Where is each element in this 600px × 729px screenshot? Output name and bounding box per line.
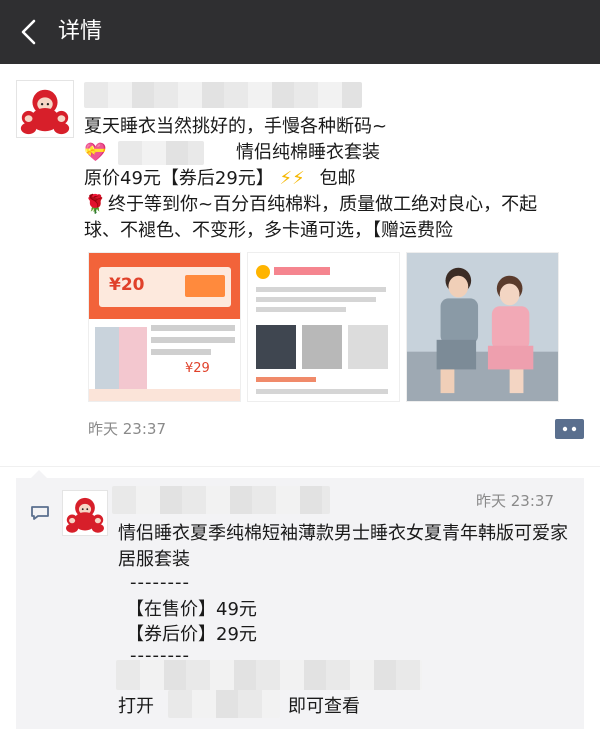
thumb-price: ¥29 — [185, 361, 210, 376]
comment-timestamp: 昨天 23:37 — [476, 492, 554, 510]
nav-bar: 详情 — [0, 0, 600, 64]
coupon-claim-button — [185, 275, 225, 297]
after-coupon-price: 【券后价】29元 — [126, 624, 257, 645]
post-line-5: 球、不褪色、不变形，多卡通可选，【赠运费险 — [84, 220, 453, 241]
reviewer-name — [274, 267, 330, 275]
link-blurred — [116, 660, 422, 690]
text-line — [151, 349, 211, 355]
coupon-banner: ¥20 — [89, 253, 240, 319]
more-actions-button[interactable] — [555, 419, 584, 439]
thumb-footer — [89, 389, 240, 401]
post-line-4-text: 终于等到你~百分百纯棉料，质量做工绝对良心，不起 — [108, 194, 538, 215]
thumbnail-couple-photo[interactable] — [406, 252, 559, 402]
lightning-icon: ⚡⚡ — [279, 168, 305, 189]
image-grid: ¥20 ¥29 — [88, 252, 559, 402]
text-line — [151, 337, 235, 343]
free-shipping-text: 包邮 — [319, 168, 356, 189]
comment-bubble-icon — [30, 505, 50, 521]
product-image-2 — [119, 327, 147, 391]
post-line-2-text: 情侣纯棉睡衣套装 — [236, 142, 380, 163]
text-line — [256, 307, 346, 312]
doll-avatar-icon — [17, 81, 73, 137]
text-line — [256, 389, 388, 394]
chevron-left-icon — [21, 19, 36, 45]
post-price-text: 原价49元【券后29元】 — [84, 168, 274, 189]
back-button[interactable] — [14, 16, 46, 48]
app-name-blurred — [168, 690, 280, 718]
review-photo — [348, 325, 388, 369]
on-sale-price: 【在售价】49元 — [126, 599, 257, 620]
heart-gift-icon: 💝 — [84, 142, 107, 163]
comment-text: 情侣睡衣夏季纯棉短袖薄款男士睡衣女夏青年韩版可爱家居服套装 — [118, 523, 568, 570]
open-prefix: 打开 — [118, 696, 154, 717]
comment-dots-icon — [562, 426, 577, 432]
open-suffix: 即可查看 — [288, 696, 360, 717]
doll-avatar-icon — [63, 491, 107, 535]
post-line-4: 🌹终于等到你~百分百纯棉料，质量做工绝对良心，不起 — [84, 192, 584, 218]
text-line — [256, 297, 376, 302]
author-avatar[interactable] — [16, 80, 74, 138]
text-line — [256, 377, 316, 382]
commenter-avatar[interactable] — [62, 490, 108, 536]
comment-separator: -------- — [130, 572, 190, 593]
text-line — [151, 325, 235, 331]
text-line — [256, 287, 386, 292]
commenter-name-blurred[interactable] — [112, 486, 330, 514]
shop-name-blurred — [118, 141, 204, 165]
post-line-3: 原价49元【券后29元】 ⚡⚡ 包邮 — [84, 166, 584, 192]
review-photo — [302, 325, 342, 369]
rose-icon: 🌹 — [84, 194, 107, 215]
author-name-blurred[interactable] — [84, 82, 362, 108]
page-title: 详情 — [58, 19, 103, 44]
review-photo — [256, 325, 296, 369]
thumbnail-coupon[interactable]: ¥20 ¥29 — [88, 252, 241, 402]
divider — [0, 466, 600, 467]
reviewer-avatar — [256, 265, 270, 279]
post-text: 夏天睡衣当然挑好的，手慢各种断码~ 💝 情侣纯棉睡衣套装 原价49元【券后29元】… — [84, 114, 584, 244]
thumbnail-review[interactable] — [247, 252, 400, 402]
coupon-amount: ¥20 — [109, 275, 145, 295]
post-timestamp: 昨天 23:37 — [88, 420, 166, 438]
couple-photo-image — [407, 253, 558, 401]
post-line-1: 夏天睡衣当然挑好的，手慢各种断码~ — [84, 116, 388, 137]
